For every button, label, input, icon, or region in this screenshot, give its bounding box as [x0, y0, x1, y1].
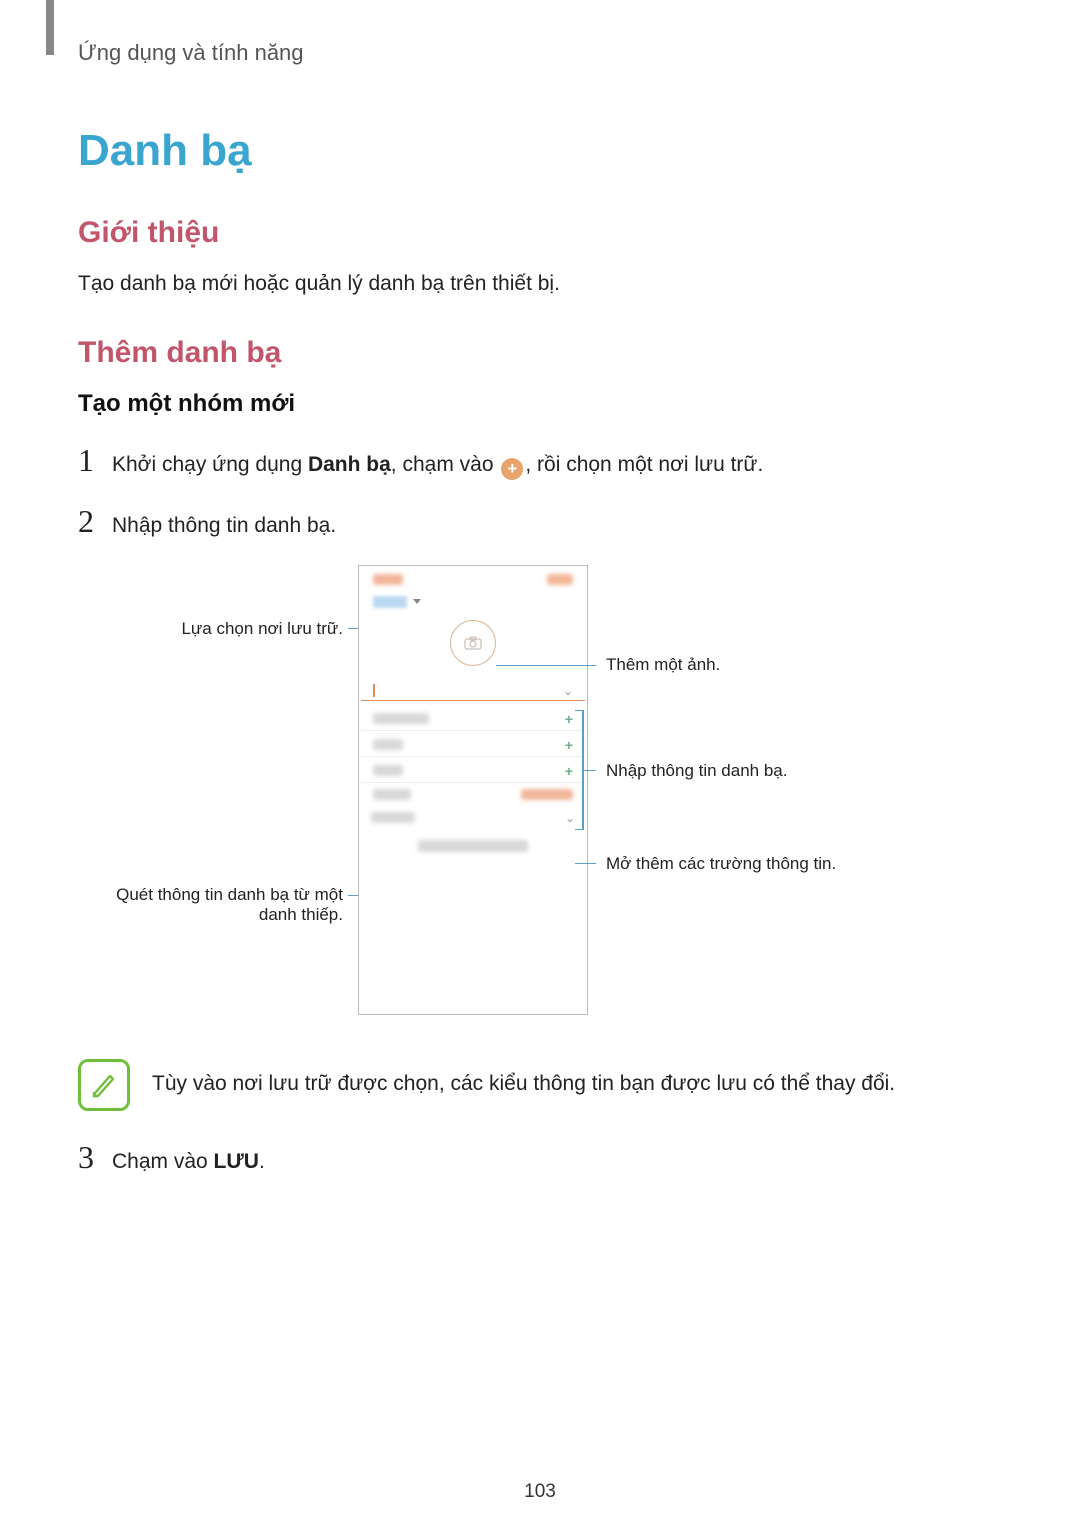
field-value-blur: [521, 789, 573, 800]
page-title: Danh bạ: [78, 126, 1002, 176]
step-number: 1: [78, 442, 112, 479]
plus-mini-icon: +: [565, 737, 573, 753]
field-row: [361, 783, 585, 803]
step-3-part1: Chạm vào: [112, 1150, 214, 1173]
step-1: 1 Khởi chạy ứng dụng Danh bạ, chạm vào +…: [78, 442, 1002, 482]
more-fields-row: ⌄: [359, 803, 587, 829]
section-intro-heading: Giới thiệu: [78, 216, 1002, 250]
field-row: +: [361, 757, 585, 783]
step-number: 3: [78, 1139, 112, 1176]
step-3-bold: LƯU: [214, 1150, 259, 1173]
field-label-blur: [373, 739, 403, 750]
step-3: 3 Chạm vào LƯU.: [78, 1139, 1002, 1179]
step-1-bold: Danh bạ: [308, 453, 391, 476]
avatar-area: [359, 620, 587, 666]
callout-scan-l2: danh thiếp.: [98, 905, 343, 925]
chevron-down-icon: [413, 599, 421, 604]
step-2: 2 Nhập thông tin danh bạ.: [78, 503, 1002, 543]
subsection-heading: Tạo một nhóm mới: [78, 390, 1002, 418]
callout-more: Mở thêm các trường thông tin.: [606, 854, 836, 874]
chevron-down-icon: ⌄: [565, 811, 575, 825]
leader-line: [575, 829, 583, 831]
note-icon: [78, 1059, 130, 1111]
step-3-part2: .: [259, 1150, 265, 1173]
step-3-text: Chạm vào LƯU.: [112, 1145, 265, 1179]
leader-line: [575, 710, 583, 712]
leader-line: [496, 665, 596, 667]
storage-selector: [359, 594, 587, 614]
page-tab-marker: [46, 0, 54, 55]
figure: Lựa chọn nơi lưu trữ. Quét thông tin dan…: [78, 565, 998, 1035]
field-label-blur: [373, 713, 429, 724]
chevron-down-icon: ⌄: [563, 684, 573, 698]
field-label-blur: [373, 789, 411, 800]
phone-screenshot: ⌄ + + + ⌄: [358, 565, 588, 1015]
plus-mini-icon: +: [565, 763, 573, 779]
step-1-part3: , rồi chọn một nơi lưu trữ.: [525, 453, 763, 476]
callout-storage: Lựa chọn nơi lưu trữ.: [153, 619, 343, 639]
storage-chip: [373, 596, 407, 608]
save-button-blur: [547, 574, 573, 585]
leader-line: [582, 770, 596, 772]
more-label-blur: [371, 812, 415, 823]
callout-scan-l1: Quét thông tin danh bạ từ một: [98, 885, 343, 905]
step-1-text: Khởi chạy ứng dụng Danh bạ, chạm vào +, …: [112, 448, 763, 482]
name-field: ⌄: [361, 678, 585, 701]
field-row: +: [361, 705, 585, 731]
note-text: Tùy vào nơi lưu trữ được chọn, các kiểu …: [152, 1059, 895, 1101]
section-add-heading: Thêm danh bạ: [78, 336, 1002, 370]
step-number: 2: [78, 503, 112, 540]
intro-body: Tạo danh bạ mới hoặc quản lý danh bạ trê…: [78, 268, 1002, 300]
callout-info: Nhập thông tin danh bạ.: [606, 761, 787, 781]
step-1-part2: , chạm vào: [391, 453, 500, 476]
scan-card-row: [359, 829, 587, 857]
scan-label-blur: [418, 840, 528, 852]
note-box: Tùy vào nơi lưu trữ được chọn, các kiểu …: [78, 1059, 1002, 1111]
callout-photo: Thêm một ảnh.: [606, 655, 720, 675]
camera-icon: [450, 620, 496, 666]
breadcrumb: Ứng dụng và tính năng: [78, 40, 1002, 66]
phone-action-bar: [359, 566, 587, 594]
add-icon: +: [501, 458, 523, 480]
plus-mini-icon: +: [565, 711, 573, 727]
field-row: +: [361, 731, 585, 757]
cancel-button-blur: [373, 574, 403, 585]
field-label-blur: [373, 765, 403, 776]
text-cursor: [373, 684, 375, 697]
step-1-part1: Khởi chạy ứng dụng: [112, 453, 308, 476]
step-2-text: Nhập thông tin danh bạ.: [112, 509, 336, 543]
leader-line: [575, 863, 596, 865]
page-number: 103: [0, 1481, 1080, 1503]
